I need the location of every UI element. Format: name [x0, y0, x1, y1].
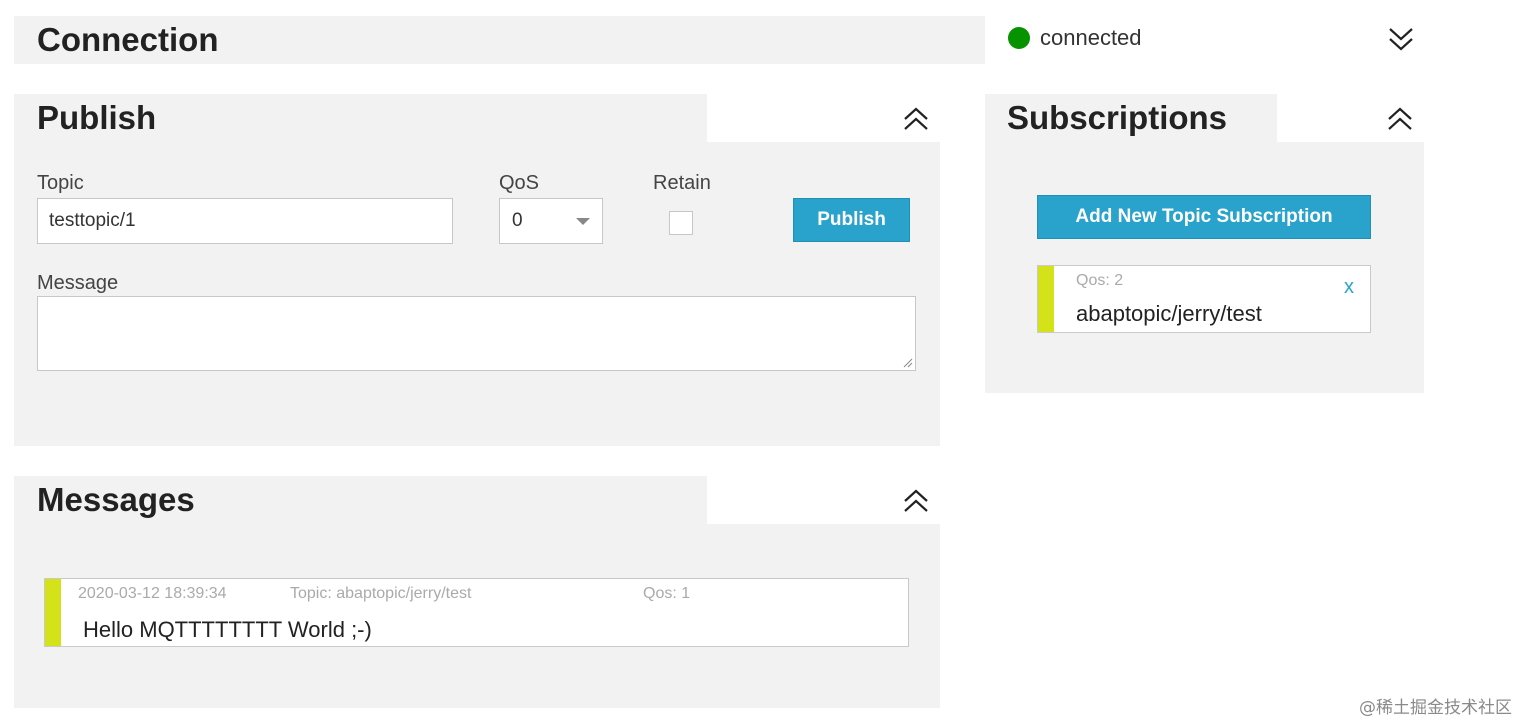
qos-select-value: 0: [512, 210, 523, 231]
subscription-qos: Qos: 2: [1076, 272, 1124, 289]
topic-label: Topic: [37, 172, 84, 194]
unsubscribe-button[interactable]: x: [1344, 276, 1354, 299]
subscription-color-stripe: [1038, 266, 1054, 332]
message-item[interactable]: 2020-03-12 18:39:34 Topic: abaptopic/jer…: [44, 578, 909, 647]
connection-status-text: connected: [1040, 25, 1142, 50]
message-label: Message: [37, 272, 119, 294]
connection-title: Connection: [37, 21, 219, 58]
subscriptions-title: Subscriptions: [1007, 99, 1228, 136]
chevron-double-up-icon[interactable]: [1386, 104, 1414, 134]
messages-title: Messages: [37, 481, 195, 518]
publish-title: Publish: [37, 99, 157, 136]
message-textarea[interactable]: [37, 296, 916, 371]
qos-select[interactable]: 0: [499, 198, 603, 244]
topic-input[interactable]: testtopic/1: [37, 198, 453, 244]
watermark-text: @稀土掘金技术社区: [1359, 698, 1512, 718]
chevron-double-up-icon[interactable]: [902, 486, 930, 516]
qos-label: QoS: [499, 172, 540, 194]
chevron-double-down-icon[interactable]: [1387, 24, 1415, 54]
chevron-double-up-icon[interactable]: [902, 104, 930, 134]
publish-button[interactable]: Publish: [793, 198, 910, 242]
message-topic: Topic: abaptopic/jerry/test: [290, 585, 472, 602]
subscription-item[interactable]: Qos: 2 abaptopic/jerry/test x: [1037, 265, 1371, 333]
publish-panel: [14, 94, 940, 446]
resize-grip-icon[interactable]: [901, 356, 913, 368]
subscription-topic: abaptopic/jerry/test: [1076, 301, 1262, 326]
message-color-stripe: [45, 579, 61, 646]
connection-status-icon: [1008, 27, 1030, 49]
add-topic-subscription-button[interactable]: Add New Topic Subscription: [1037, 195, 1371, 239]
retain-label: Retain: [653, 172, 711, 194]
retain-checkbox[interactable]: [669, 211, 693, 235]
message-qos: Qos: 1: [643, 585, 691, 602]
caret-down-icon: [576, 217, 590, 225]
message-timestamp: 2020-03-12 18:39:34: [78, 585, 227, 602]
message-payload: Hello MQTTTTTTTT World ;-): [83, 617, 372, 642]
